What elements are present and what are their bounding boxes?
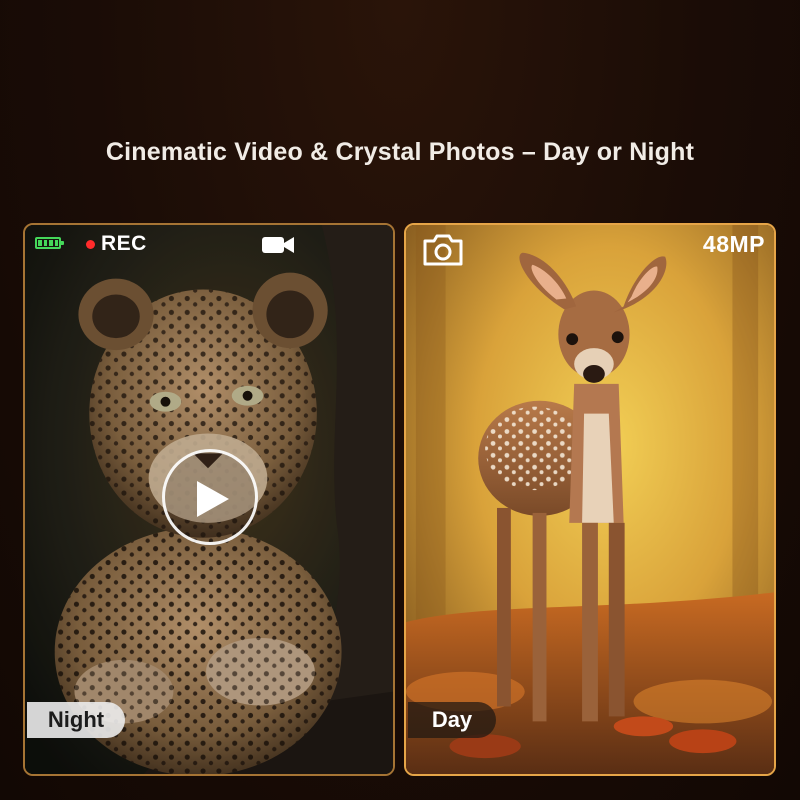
rec-indicator: REC [86,232,147,256]
rec-label: REC [101,232,147,255]
play-button[interactable] [162,449,258,545]
play-icon [197,481,229,517]
camera-icon [423,234,463,266]
fawn-deer-image [406,225,774,774]
headline: Cinematic Video & Crystal Photos – Day o… [105,138,695,166]
day-photo-panel[interactable]: 48MP Day [404,223,776,776]
night-mode-badge: Night [27,702,125,738]
night-video-panel[interactable]: REC Night [23,223,395,776]
day-mode-badge: Day [408,702,496,738]
battery-full-icon [35,237,64,249]
video-camera-icon [262,237,294,253]
resolution-label: 48MP [702,231,765,257]
rec-dot-icon [86,239,95,249]
